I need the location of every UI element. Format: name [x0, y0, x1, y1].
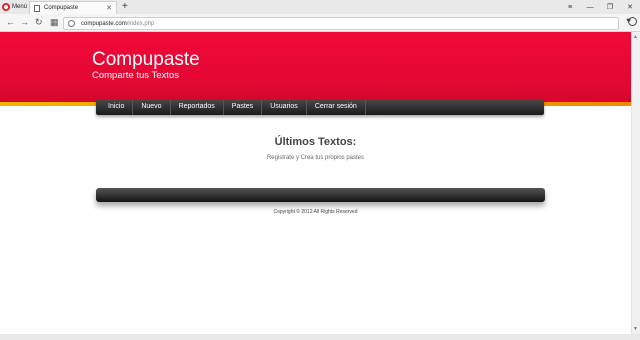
site-title: Compupaste	[92, 49, 200, 70]
url-path: /index.php	[126, 20, 155, 27]
tab-title: Compupaste	[44, 5, 79, 11]
tab-menu-icon[interactable]: ≡	[560, 4, 580, 11]
menu-label: Menú	[12, 4, 28, 10]
reload-icon[interactable]: ↻	[35, 17, 43, 27]
new-tab-button[interactable]: +	[122, 0, 128, 14]
window-controls: ≡ — ❐ ✕	[560, 0, 640, 14]
url-host: compupaste.com	[81, 20, 127, 27]
browser-menu-button[interactable]: Menú	[0, 0, 28, 14]
nav-pastes[interactable]: Pastes	[224, 99, 263, 115]
page-viewport: Compupaste Comparte tus Textos Inicio Nu…	[0, 32, 631, 334]
vertical-scrollbar[interactable]: ▲ ▼	[631, 32, 640, 334]
url-field[interactable]: compupaste.com/index.php	[63, 17, 619, 30]
site-subtitle: Comparte tus Textos	[92, 70, 179, 81]
nav-inicio[interactable]: Inicio	[100, 99, 134, 115]
globe-icon	[68, 20, 75, 27]
tab-compupaste[interactable]: Compupaste ✕	[29, 1, 117, 14]
account-icon[interactable]	[628, 17, 637, 26]
nav-cerrar-sesion[interactable]: Cerrar sesión	[307, 99, 366, 115]
section-title: Últimos Textos:	[274, 136, 357, 148]
scroll-up-icon[interactable]: ▲	[633, 34, 638, 40]
copyright: Copyright © 2012 All Rights Reserved	[273, 209, 358, 215]
nav-usuarios[interactable]: Usuarios	[262, 99, 307, 115]
back-icon[interactable]: ←	[6, 17, 15, 27]
forward-icon[interactable]: →	[20, 17, 29, 27]
close-tab-icon[interactable]: ✕	[106, 4, 112, 12]
site-nav: Inicio Nuevo Reportados Pastes Usuarios …	[96, 99, 544, 115]
browser-tab-bar: Menú Compupaste ✕ + ≡ — ❐ ✕	[0, 0, 640, 14]
opera-logo-icon	[2, 3, 10, 11]
nav-reportados[interactable]: Reportados	[171, 99, 224, 115]
restore-icon[interactable]: ❐	[600, 3, 620, 11]
nav-nuevo[interactable]: Nuevo	[133, 99, 171, 115]
site-header: Compupaste Comparte tus Textos	[0, 32, 631, 104]
address-bar-row: ← → ↻ ▦ compupaste.com/index.php ♥	[0, 14, 640, 32]
speed-dial-icon[interactable]: ▦	[50, 17, 59, 27]
section-text: Registrate y Crea tus propios pastes	[266, 155, 365, 161]
minimize-icon[interactable]: —	[580, 4, 600, 11]
scroll-down-icon[interactable]: ▼	[633, 326, 638, 332]
footer-bar	[96, 188, 545, 202]
page-favicon-icon	[34, 4, 40, 12]
horizontal-scrollbar[interactable]	[0, 334, 640, 340]
close-window-icon[interactable]: ✕	[620, 3, 640, 11]
